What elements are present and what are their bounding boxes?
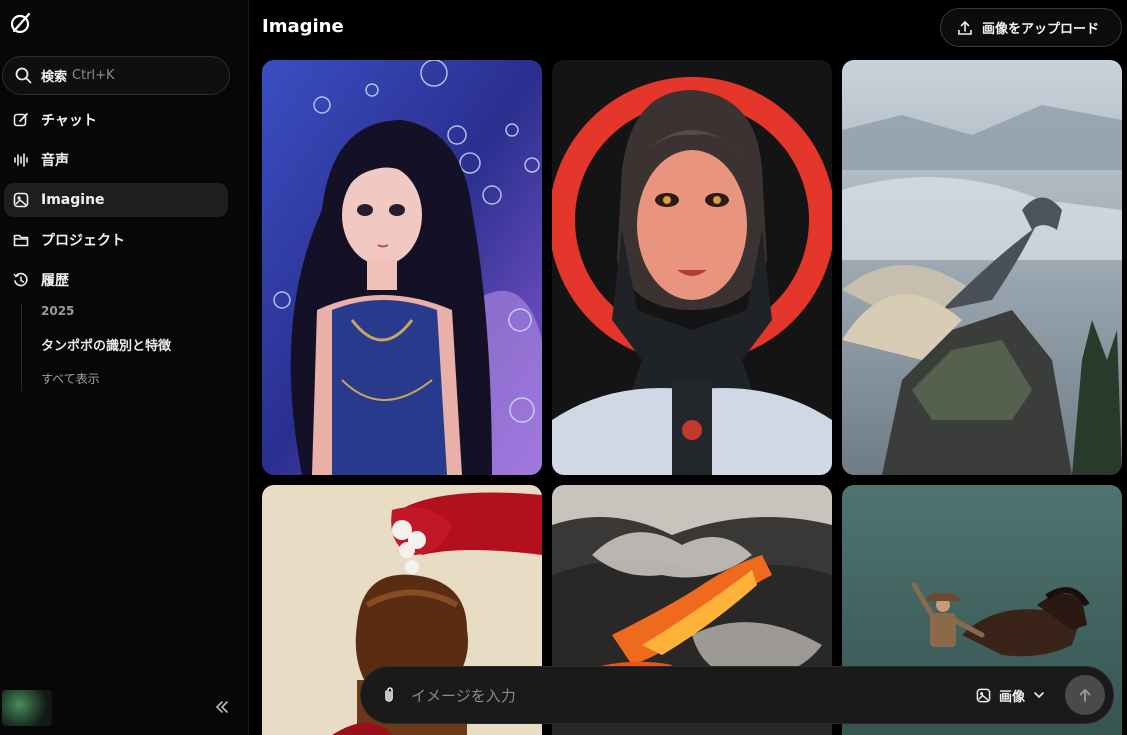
sidebar: 検索 Ctrl+K チャット 音声 Imagine プロジェクト 履歴 2025… xyxy=(0,0,249,735)
sidebar-item-label: 履歴 xyxy=(41,273,69,289)
mode-label: 画像 xyxy=(998,689,1025,705)
prompt-input[interactable]: イメージを入力 xyxy=(411,685,976,706)
folder-icon xyxy=(13,234,29,247)
page-title: Imagine xyxy=(262,16,344,37)
sidebar-item-history[interactable]: 履歴 xyxy=(4,263,228,297)
sidebar-item-label: Imagine xyxy=(41,192,105,208)
mode-selector[interactable]: 画像 xyxy=(976,686,1045,705)
sidebar-item-voice[interactable]: 音声 xyxy=(4,143,228,177)
prompt-composer: イメージを入力 画像 xyxy=(360,666,1114,724)
upload-label: 画像をアップロード xyxy=(982,22,1100,37)
avatar[interactable] xyxy=(2,690,52,726)
search-button[interactable]: 検索 Ctrl+K xyxy=(2,56,230,95)
sidebar-item-label: チャット xyxy=(41,113,97,129)
history-divider xyxy=(21,303,22,391)
sidebar-item-label: 音声 xyxy=(41,153,69,169)
gallery-image-dragon[interactable] xyxy=(842,60,1122,475)
history-year: 2025 xyxy=(41,304,75,318)
image-icon xyxy=(13,192,29,208)
sidebar-item-chat[interactable]: チャット xyxy=(4,103,228,137)
sidebar-item-label: プロジェクト xyxy=(41,233,125,249)
upload-icon xyxy=(958,20,972,35)
voice-wave-icon xyxy=(14,153,28,167)
history-icon xyxy=(13,272,28,287)
search-label: 検索 xyxy=(41,70,68,85)
sidebar-item-imagine[interactable]: Imagine xyxy=(4,183,228,217)
chevron-down-icon xyxy=(1034,692,1044,699)
sidebar-item-projects[interactable]: プロジェクト xyxy=(4,223,228,257)
collapse-sidebar-icon[interactable] xyxy=(212,697,232,717)
gallery-image-anime-girl[interactable] xyxy=(262,60,542,475)
attach-icon[interactable] xyxy=(381,686,397,704)
search-icon xyxy=(15,67,32,84)
upload-image-button[interactable]: 画像をアップロード xyxy=(940,8,1122,47)
edit-icon xyxy=(13,113,28,127)
main-area: Imagine 画像をアップロード イメージを入力 画像 xyxy=(250,0,1127,735)
show-all-link[interactable]: すべて表示 xyxy=(41,370,100,387)
arrow-up-icon xyxy=(1079,688,1091,702)
send-button[interactable] xyxy=(1065,675,1105,715)
gallery-image-cyborg[interactable] xyxy=(552,60,832,475)
search-shortcut: Ctrl+K xyxy=(72,68,115,83)
history-item[interactable]: タンポポの識別と特徴 xyxy=(41,335,171,354)
image-icon xyxy=(976,688,991,702)
grok-logo-icon[interactable] xyxy=(8,10,34,36)
